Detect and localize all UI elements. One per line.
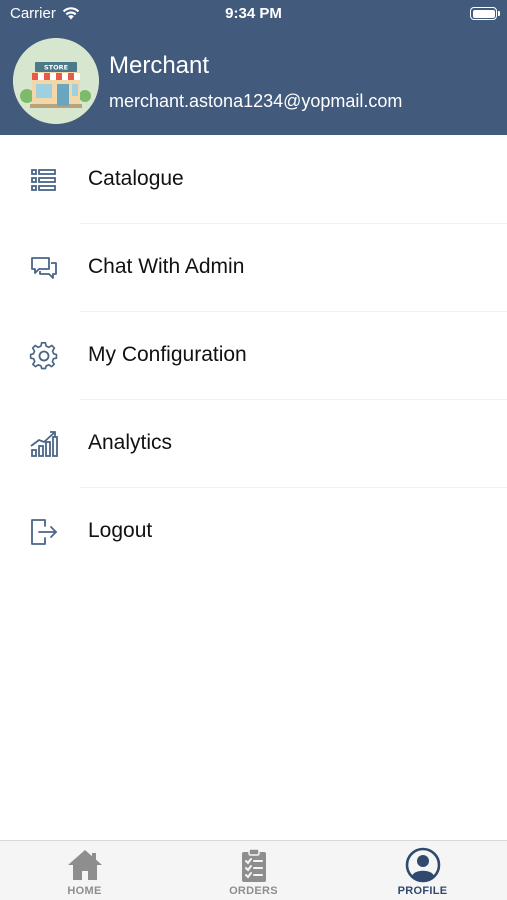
store-sign-text: STORE (44, 64, 68, 72)
tab-orders[interactable]: ORDERS (169, 841, 338, 900)
tab-label: PROFILE (397, 885, 448, 897)
profile-header: Carrier 9:34 PM STORE Merchant merchant.… (0, 0, 507, 135)
profile-email: merchant.astona1234@yopmail.com (109, 91, 403, 111)
logout-icon (31, 519, 57, 545)
menu-item-logout[interactable]: Logout (0, 488, 507, 576)
profile-menu: Catalogue Chat With Admin My Configurati… (0, 136, 507, 576)
avatar[interactable]: STORE (13, 38, 99, 124)
menu-item-catalogue[interactable]: Catalogue (0, 136, 507, 224)
gear-icon (29, 342, 58, 370)
home-icon (67, 850, 102, 880)
tab-profile[interactable]: PROFILE (338, 841, 507, 900)
menu-item-label: My Configuration (88, 343, 247, 366)
menu-item-label: Catalogue (88, 167, 184, 190)
tab-label: HOME (67, 885, 102, 897)
menu-item-my-configuration[interactable]: My Configuration (0, 312, 507, 400)
chat-icon (31, 257, 57, 279)
user-circle-icon (405, 847, 440, 883)
clipboard-icon (241, 848, 266, 882)
tab-label: ORDERS (229, 885, 278, 897)
battery-icon (470, 7, 500, 20)
bar-chart-icon (30, 431, 58, 457)
tab-bar: HOME ORDERS PROFILE (0, 840, 507, 900)
status-bar: Carrier 9:34 PM (0, 0, 507, 28)
status-time: 9:34 PM (225, 5, 282, 22)
profile-name: Merchant (109, 52, 210, 79)
menu-item-label: Analytics (88, 431, 173, 454)
menu-item-label: Logout (88, 519, 153, 542)
tab-home[interactable]: HOME (0, 841, 169, 900)
store-icon: STORE (13, 38, 99, 124)
menu-item-analytics[interactable]: Analytics (0, 400, 507, 488)
menu-item-label: Chat With Admin (88, 255, 245, 278)
menu-item-chat-with-admin[interactable]: Chat With Admin (0, 224, 507, 312)
list-icon (31, 169, 56, 191)
